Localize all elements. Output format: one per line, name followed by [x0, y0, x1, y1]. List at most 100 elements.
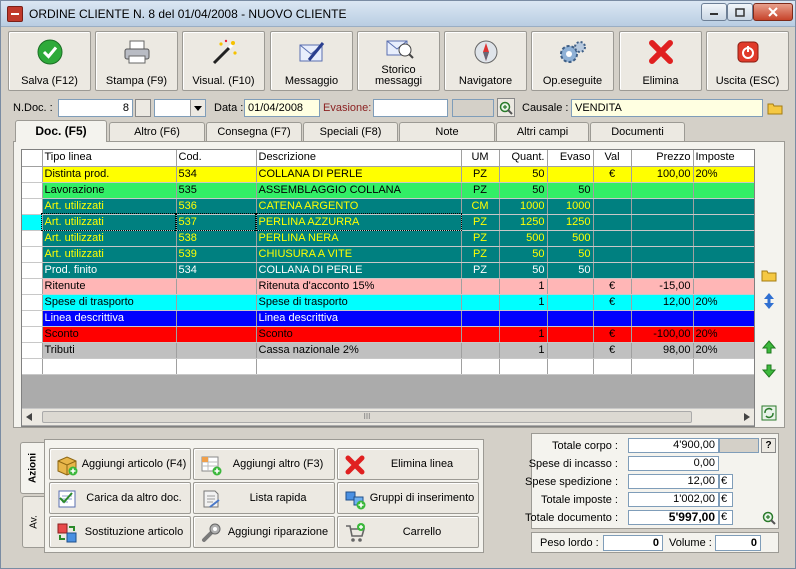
totals-zoom-button[interactable]: [761, 510, 777, 526]
replace-article-button[interactable]: Sostituzione articolo: [49, 516, 191, 548]
cell-evaso[interactable]: [547, 310, 594, 327]
cell-um[interactable]: PZ: [461, 182, 500, 199]
table-row[interactable]: Prod. finito 534 COLLANA DI PERLE PZ 50 50: [22, 262, 754, 279]
evasione-field[interactable]: [373, 99, 448, 117]
cell-imposte[interactable]: [693, 310, 754, 327]
table-row[interactable]: Spese di trasporto Spese di trasporto 1 €12…: [22, 294, 754, 311]
cell-evaso[interactable]: [547, 326, 594, 343]
row-selector[interactable]: [22, 326, 43, 343]
cell-imposte[interactable]: [693, 246, 754, 263]
row-selector[interactable]: [22, 182, 43, 199]
cell-imposte[interactable]: 20%: [693, 342, 754, 359]
table-row[interactable]: Distinta prod. 534 COLLANA DI PERLE PZ 50 €10…: [22, 166, 754, 183]
cell-prezzo[interactable]: 98,00: [631, 342, 694, 359]
col-header-um[interactable]: UM: [461, 150, 500, 167]
cell-imposte[interactable]: [693, 358, 754, 375]
cell-um[interactable]: [461, 294, 500, 311]
cell-um[interactable]: [461, 342, 500, 359]
cell-um[interactable]: [461, 278, 500, 295]
cell-cod[interactable]: 538: [176, 230, 257, 247]
cell-quant[interactable]: 500: [499, 230, 548, 247]
cell-descrizione[interactable]: Ritenuta d'acconto 15%: [256, 278, 462, 295]
cart-button[interactable]: Carrello: [337, 516, 479, 548]
delete-line-button[interactable]: Elimina linea: [337, 448, 479, 480]
row-selector[interactable]: [22, 214, 43, 231]
cell-evaso[interactable]: 50: [547, 182, 594, 199]
cell-tipo[interactable]: Tributi: [42, 342, 177, 359]
cell-imposte[interactable]: 20%: [693, 294, 754, 311]
refresh-button[interactable]: [760, 404, 778, 422]
tab-altri-campi[interactable]: Altri campi: [496, 122, 589, 141]
navigator-button[interactable]: Navigatore: [444, 31, 527, 91]
cell-tipo[interactable]: Spese di trasporto: [42, 294, 177, 311]
tab-note[interactable]: Note: [399, 122, 495, 141]
cell-quant[interactable]: 1: [499, 326, 548, 343]
col-header-quant[interactable]: Quant.: [499, 150, 548, 167]
row-selector[interactable]: [22, 262, 43, 279]
cell-val[interactable]: [593, 310, 632, 327]
table-row[interactable]: Sconto Sconto 1 € -100,00 20%: [22, 326, 754, 343]
cell-tipo[interactable]: Distinta prod.: [42, 166, 177, 183]
cell-evaso[interactable]: 1000: [547, 198, 594, 215]
grid-folder-button[interactable]: [760, 266, 778, 284]
table-row[interactable]: Art. utilizzati 536 CATENA ARGENTO CM 1000 10…: [22, 198, 754, 215]
cell-um[interactable]: [461, 310, 500, 327]
cell-quant[interactable]: 1: [499, 278, 548, 295]
cell-val[interactable]: [593, 358, 632, 375]
maximize-button[interactable]: [727, 3, 753, 21]
col-header-descrizione[interactable]: Descrizione: [256, 150, 462, 167]
cell-imposte[interactable]: 20%: [693, 326, 754, 343]
row-selector[interactable]: [22, 230, 43, 247]
cell-evaso[interactable]: [547, 278, 594, 295]
cell-descrizione[interactable]: COLLANA DI PERLE: [256, 166, 462, 183]
row-selector[interactable]: [22, 278, 43, 295]
cell-quant[interactable]: 50: [499, 262, 548, 279]
cell-quant[interactable]: 1000: [499, 198, 548, 215]
cell-tipo[interactable]: Art. utilizzati: [42, 230, 177, 247]
col-header-imposte[interactable]: Imposte: [693, 150, 754, 167]
col-header-tipo[interactable]: Tipo linea: [42, 150, 177, 167]
col-header-cod[interactable]: Cod.: [176, 150, 257, 167]
table-row[interactable]: Linea descrittiva Linea descrittiva: [22, 310, 754, 327]
cell-evaso[interactable]: [547, 358, 594, 375]
cell-um[interactable]: PZ: [461, 166, 500, 183]
cell-quant[interactable]: [499, 358, 548, 375]
cell-imposte[interactable]: [693, 214, 754, 231]
add-repair-button[interactable]: Aggiungi riparazione: [193, 516, 335, 548]
cell-val[interactable]: €: [593, 278, 632, 295]
row-selector[interactable]: [22, 294, 43, 311]
cell-tipo[interactable]: [42, 358, 177, 375]
cell-descrizione[interactable]: COLLANA DI PERLE: [256, 262, 462, 279]
causale-folder-button[interactable]: [766, 99, 784, 117]
ndoc-suffix-button[interactable]: [135, 99, 151, 117]
table-row[interactable]: Art. utilizzati 538 PERLINA NERA PZ 500 500: [22, 230, 754, 247]
tab-consegna[interactable]: Consegna (F7): [206, 122, 302, 141]
cell-tipo[interactable]: Sconto: [42, 326, 177, 343]
causale-field[interactable]: VENDITA: [571, 99, 763, 117]
cell-imposte[interactable]: 20%: [693, 166, 754, 183]
table-row[interactable]: Art. utilizzati 539 CHIUSURA A VITE PZ 50 50: [22, 246, 754, 263]
cell-cod[interactable]: 534: [176, 262, 257, 279]
cell-evaso[interactable]: [547, 342, 594, 359]
cell-tipo[interactable]: Prod. finito: [42, 262, 177, 279]
cell-tipo[interactable]: Lavorazione: [42, 182, 177, 199]
grid-horizontal-scrollbar[interactable]: III: [22, 408, 754, 425]
table-row[interactable]: Ritenute Ritenuta d'acconto 15% 1 € -15,00: [22, 278, 754, 295]
cell-imposte[interactable]: [693, 198, 754, 215]
cell-descrizione[interactable]: Cassa nazionale 2%: [256, 342, 462, 359]
cell-cod[interactable]: 534: [176, 166, 257, 183]
row-selector[interactable]: [22, 310, 43, 327]
cell-imposte[interactable]: [693, 230, 754, 247]
cell-val[interactable]: [593, 262, 632, 279]
cell-cod[interactable]: [176, 358, 257, 375]
table-row[interactable]: Lavorazione 535 ASSEMBLAGGIO COLLANA PZ 50 50: [22, 182, 754, 199]
cell-prezzo[interactable]: [631, 246, 694, 263]
series-dropdown[interactable]: [154, 99, 206, 117]
table-row[interactable]: Tributi Cassa nazionale 2% 1 €98,00 20%: [22, 342, 754, 359]
minimize-button[interactable]: [701, 3, 727, 21]
cell-descrizione[interactable]: PERLINA AZZURRA: [255, 213, 462, 231]
cell-quant[interactable]: 1250: [499, 214, 548, 231]
cell-tipo[interactable]: Art. utilizzati: [42, 198, 177, 215]
tab-speciali[interactable]: Speciali (F8): [303, 122, 398, 141]
cell-um[interactable]: PZ: [461, 246, 500, 263]
